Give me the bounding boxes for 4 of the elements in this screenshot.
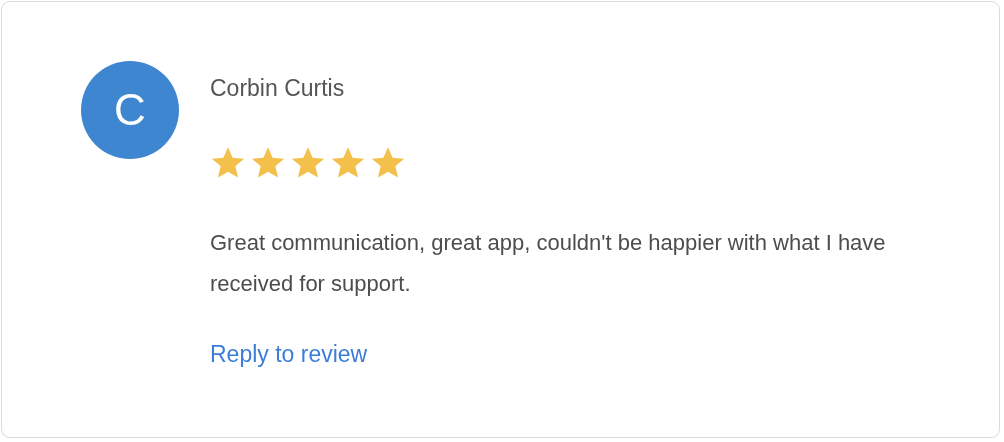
avatar: C (81, 61, 179, 159)
author-name: Corbin Curtis (210, 74, 345, 102)
review-text: Great communication, great app, couldn't be happier with what I have received for support. (210, 229, 887, 298)
reply-link[interactable]: Reply to review (210, 340, 368, 368)
